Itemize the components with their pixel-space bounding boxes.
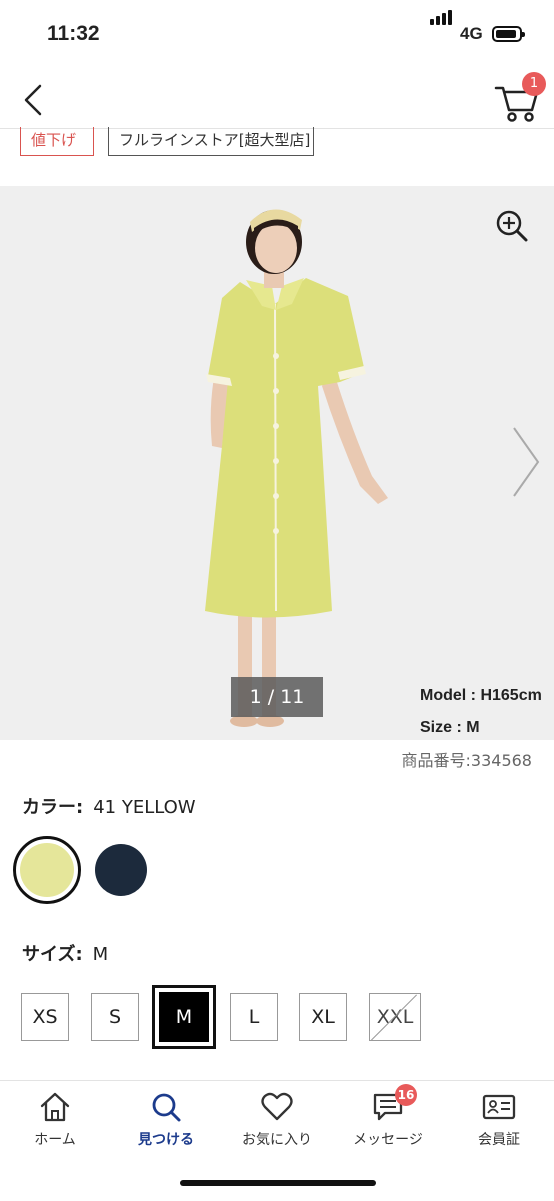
store-tag: フルラインストア[超大型店] [108, 127, 314, 156]
color-swatch-yellow-fill[interactable] [20, 843, 74, 897]
tab-home-label: ホーム [34, 1132, 76, 1148]
model-height: Model : H165cm [420, 687, 542, 704]
color-label: カラー: [22, 797, 84, 818]
tab-favorites-label: お気に入り [242, 1132, 312, 1148]
zoom-in-icon [496, 210, 528, 242]
size-option-xxl[interactable]: XXL [369, 993, 421, 1041]
tab-messages-label: メッセージ [353, 1132, 423, 1148]
size-option-m[interactable]: M [152, 985, 216, 1049]
image-counter: 1 / 11 [231, 677, 323, 717]
tab-home[interactable]: ホーム [0, 1091, 110, 1149]
size-label: サイズ: [22, 944, 83, 965]
product-number: 商品番号:334568 [401, 751, 532, 770]
tab-messages[interactable]: メッセージ [333, 1091, 443, 1149]
tab-find[interactable]: 見つける [111, 1091, 221, 1149]
size-option-s[interactable]: S [91, 993, 139, 1041]
message-badge: 16 [395, 1084, 417, 1106]
product-image[interactable] [0, 186, 554, 740]
model-info: Model : H165cm Size : M [420, 680, 542, 744]
back-button[interactable] [16, 80, 52, 120]
member-card-icon [482, 1094, 516, 1120]
tab-favorites[interactable]: お気に入り [222, 1091, 332, 1149]
cart-badge: 1 [522, 72, 546, 96]
color-row: カラー: 41 YELLOW [22, 793, 196, 819]
status-time: 11:32 [47, 22, 100, 45]
size-row: サイズ: M [22, 940, 108, 966]
size-option-m-label: M [159, 992, 209, 1042]
color-swatch-navy[interactable] [95, 844, 147, 896]
navigation-bar [0, 70, 554, 129]
battery-icon [492, 26, 525, 42]
sale-tag: 値下げ [20, 127, 94, 156]
status-bar: 11:32 4G [0, 0, 554, 70]
zoom-button[interactable] [494, 208, 530, 244]
search-icon [152, 1093, 181, 1122]
home-icon [40, 1092, 70, 1122]
tab-member-label: 会員証 [478, 1132, 520, 1148]
tab-member[interactable]: 会員証 [444, 1091, 554, 1149]
chevron-right-icon [513, 427, 540, 497]
size-value: M [92, 944, 109, 965]
color-value: 41 YELLOW [93, 797, 196, 818]
tab-find-label: 見つける [138, 1132, 194, 1148]
home-indicator [180, 1180, 376, 1186]
next-image-button[interactable] [508, 424, 542, 500]
size-option-xl[interactable]: XL [299, 993, 347, 1041]
model-photo [0, 186, 554, 740]
size-option-xs[interactable]: XS [21, 993, 69, 1041]
chevron-left-icon [24, 84, 42, 116]
size-option-l[interactable]: L [230, 993, 278, 1041]
model-size: Size : M [420, 719, 480, 736]
heart-icon [261, 1092, 293, 1121]
network-type: 4G [460, 24, 483, 43]
